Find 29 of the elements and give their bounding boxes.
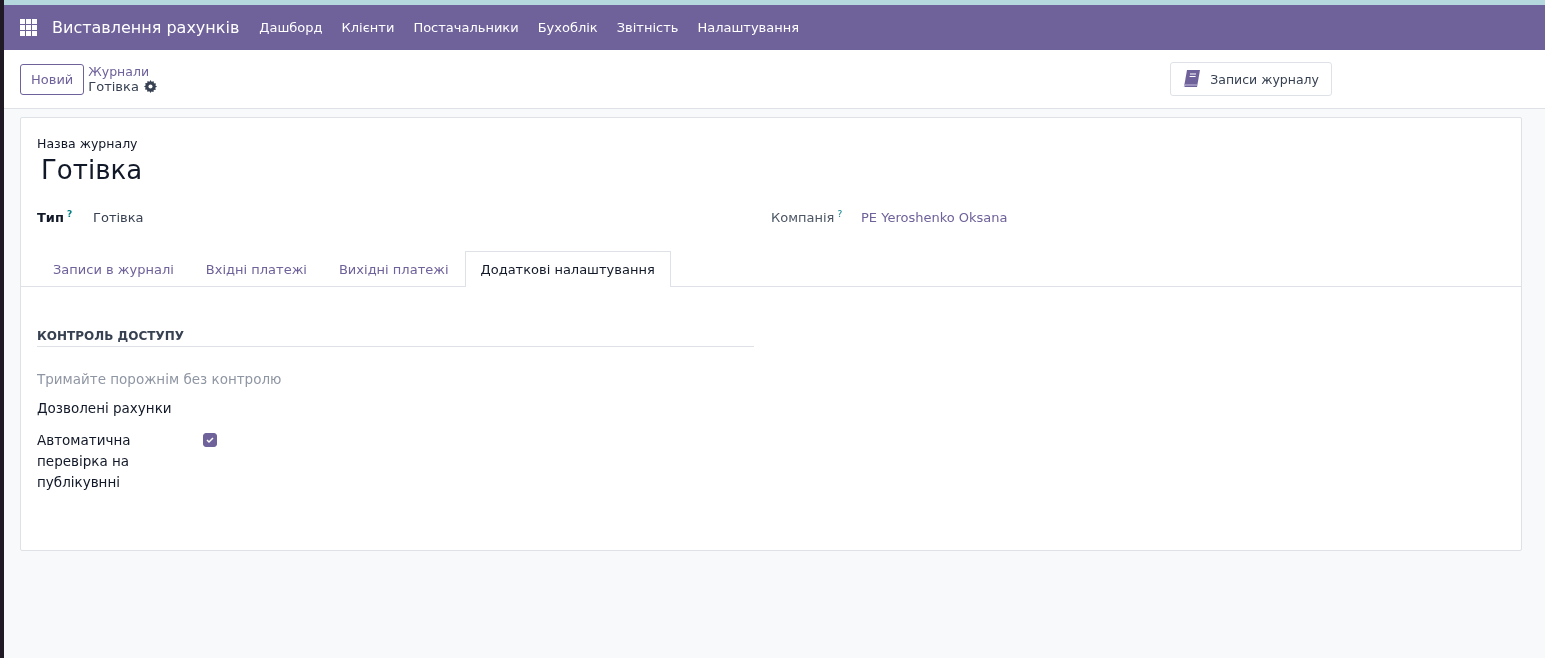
section-title: КОНТРОЛЬ ДОСТУПУ — [37, 329, 754, 348]
apps-menu-icon[interactable] — [20, 18, 38, 37]
menu-item[interactable]: Бухоблік — [537, 20, 598, 35]
tab[interactable]: Вихідні платежі — [322, 251, 465, 288]
book-icon — [1182, 69, 1203, 89]
field-label: Дозволені рахунки — [37, 400, 173, 417]
new-button[interactable]: Новий — [20, 63, 85, 95]
app-title[interactable]: Виставлення рахунків — [52, 18, 240, 37]
field-label: Автоматична перевірка на публікувнні — [37, 431, 132, 493]
journal-name: Готівка — [41, 155, 144, 185]
field-value: Готівка — [93, 210, 144, 226]
journal-entries-button[interactable]: Записи журналу — [1170, 62, 1332, 96]
check-icon — [206, 436, 214, 445]
settings-icon[interactable] — [143, 80, 157, 93]
menu-item[interactable]: Дашборд — [259, 20, 323, 35]
field-value[interactable]: PE Yeroshenko Oksana — [861, 210, 1008, 226]
breadcrumb-current: Готівка — [88, 79, 139, 94]
checkbox[interactable] — [203, 433, 217, 448]
tab[interactable]: Вхідні платежі — [189, 251, 323, 288]
field-label: Назва журналу — [37, 136, 139, 151]
menu-item[interactable]: Клієнти — [341, 20, 395, 35]
breadcrumb-link[interactable]: Журнали — [88, 64, 157, 79]
menu-item[interactable]: Налаштування — [697, 20, 800, 35]
tab[interactable]: Додаткові налаштування — [464, 251, 671, 288]
tab[interactable]: Записи в журналі — [37, 251, 190, 288]
field-label: Тип $^{?}$ — [37, 209, 74, 226]
menu-item[interactable]: Звітність — [616, 20, 679, 35]
menu-item[interactable]: Постачальники — [413, 20, 519, 35]
field-label: Компанія $^{?}$ — [771, 209, 844, 226]
